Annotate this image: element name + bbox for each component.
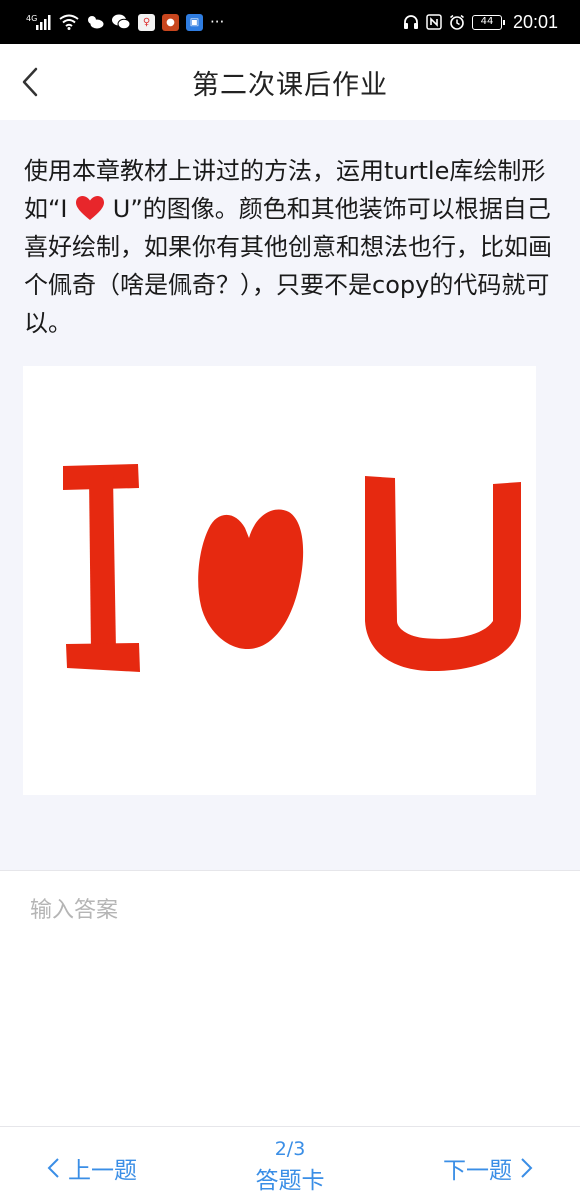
next-question-button[interactable]: 下一题 [443, 1151, 534, 1185]
question-text: 使用本章教材上讲过的方法，运用turtle库绘制形如“I U”的图像。颜色和其他… [24, 152, 556, 342]
heart-drawing [198, 509, 304, 650]
app-notification-icon: ♀ [138, 13, 155, 31]
heart-emoji-icon [75, 195, 105, 223]
headphones-icon [403, 14, 419, 30]
bottom-nav: 上一题 2/3 答题卡 下一题 [0, 1126, 580, 1203]
i-heart-u-drawing [63, 464, 521, 672]
question-progress: 2/3 [274, 1138, 306, 1160]
nfc-icon [426, 14, 442, 30]
signal-icon: 4G [26, 13, 52, 31]
letter-u-drawing [365, 476, 521, 671]
divider [0, 870, 580, 871]
prev-question-button[interactable]: 上一题 [46, 1151, 137, 1185]
status-bar: 4G ♀ ● ▣ ··· 44 20:01 [0, 0, 580, 44]
more-notifications-icon: ··· [210, 13, 225, 31]
chevron-left-icon [46, 1157, 60, 1179]
question-area: 使用本章教材上讲过的方法，运用turtle库绘制形如“I U”的图像。颜色和其他… [0, 120, 580, 870]
page-title: 第二次课后作业 [192, 69, 388, 101]
svg-text:4G: 4G [26, 14, 37, 23]
status-time: 20:01 [512, 11, 558, 32]
answer-card-button[interactable]: 2/3 答题卡 [240, 1137, 340, 1197]
chevron-right-icon [520, 1157, 534, 1179]
status-bar-right: 44 20:01 [403, 12, 558, 33]
chevron-left-icon [22, 67, 38, 97]
answer-input[interactable] [30, 892, 550, 1112]
next-question-label: 下一题 [443, 1158, 512, 1184]
header: 第二次课后作业 [0, 44, 580, 120]
app-notification-icon: ▣ [186, 13, 203, 31]
prev-question-label: 上一题 [68, 1158, 137, 1184]
wechat-icon [111, 14, 131, 30]
letter-i-drawing [63, 464, 140, 672]
answer-card-label: 答题卡 [255, 1168, 325, 1194]
status-bar-left: 4G ♀ ● ▣ ··· [26, 13, 224, 31]
app-notification-icon: ● [162, 13, 179, 31]
wifi-icon [59, 14, 79, 30]
alarm-icon [449, 14, 465, 30]
back-button[interactable] [18, 66, 42, 98]
question-image[interactable] [23, 366, 536, 795]
weather-icon [86, 15, 104, 29]
battery-icon: 44 [471, 14, 505, 30]
